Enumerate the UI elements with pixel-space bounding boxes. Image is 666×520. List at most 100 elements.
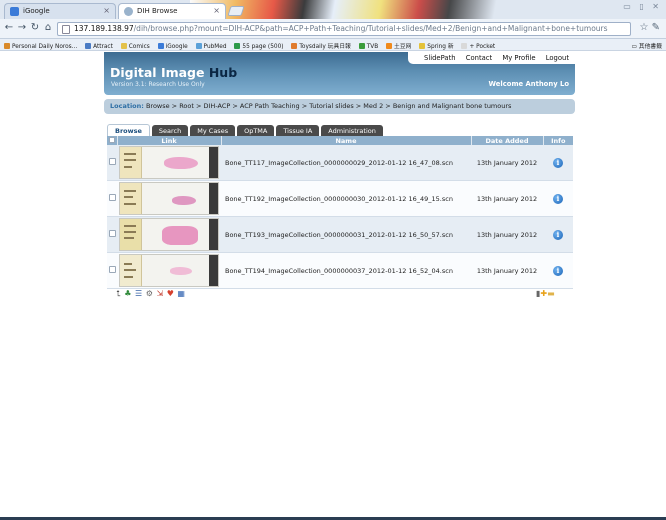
tissue-sample	[162, 226, 198, 245]
bookmark-item[interactable]: Spring 新	[419, 41, 454, 50]
wrench-icon[interactable]: ✎	[652, 22, 660, 33]
star-icon[interactable]: ☆	[639, 22, 648, 33]
info-icon[interactable]: i	[553, 229, 563, 240]
nav-contact-link[interactable]: Contact	[466, 54, 492, 62]
slide-label	[120, 183, 142, 214]
url-path: /dih/browse.php?mount=DIH-ACP&path=ACP+P…	[133, 24, 608, 33]
nav-my-profile-link[interactable]: My Profile	[502, 54, 535, 62]
table-row: Bone_TT193_ImageCollection_0000000031_20…	[107, 216, 573, 253]
select-all-checkbox[interactable]	[108, 136, 115, 143]
slide-name[interactable]: Bone_TT117_ImageCollection_0000000029_20…	[221, 145, 471, 181]
info-cell: i	[543, 216, 573, 253]
other-bookmarks-folder[interactable]: ▭ 其他書籤	[631, 41, 662, 50]
brand-main: Digital Image	[110, 65, 209, 80]
top-nav: SlidePath Contact My Profile Logout	[408, 52, 575, 64]
folder-icon[interactable]: ▬	[547, 289, 555, 298]
tree-icon[interactable]: ♣	[124, 289, 131, 298]
brand-hub: Hub	[208, 65, 238, 80]
date-added: 13th January 2012	[471, 180, 543, 217]
slide-thumbnail-link[interactable]	[117, 216, 221, 253]
table-action-icons: ⮤ ♣ ☰ ⚙ ⇲ ♥ ▦	[116, 289, 186, 299]
browser-tab-label: iGoogle	[23, 7, 50, 15]
home-icon[interactable]: ⌂	[42, 22, 54, 33]
list-icon[interactable]: ☰	[135, 289, 142, 298]
toolbar-icons[interactable]: ☆ ✎	[639, 22, 660, 33]
info-icon[interactable]: i	[553, 193, 563, 204]
bookmark-favicon-icon	[157, 43, 164, 49]
breadcrumb-path[interactable]: Browse > Root > DIH-ACP > ACP Path Teach…	[146, 102, 511, 110]
row-checkbox[interactable]	[108, 158, 116, 165]
row-checkbox[interactable]	[108, 266, 116, 273]
table-row: Bone_TT194_ImageCollection_0000000037_20…	[107, 252, 573, 289]
slide-label	[120, 255, 142, 286]
page-content: SlidePath Contact My Profile Logout Digi…	[0, 52, 666, 520]
breadcrumb: Location: Browse > Root > DIH-ACP > ACP …	[104, 99, 575, 114]
bookmark-item[interactable]: Personal Daily Noros...	[4, 43, 77, 50]
slide-label	[120, 219, 142, 250]
slide-edge	[209, 255, 218, 286]
forward-arrow-icon[interactable]: →	[16, 22, 28, 33]
browser-toolbar: ← → ↻ ⌂ 137.189.138.97/dih/browse.php?mo…	[0, 19, 666, 39]
bookmark-icon[interactable]: ♥	[167, 289, 174, 298]
gear-icon[interactable]: ⚙	[146, 289, 153, 298]
bookmark-item[interactable]: Comics	[120, 43, 150, 50]
close-tab-icon[interactable]: ×	[103, 6, 110, 15]
row-checkbox-cell	[107, 216, 117, 253]
column-header-link: Link	[117, 136, 222, 145]
row-checkbox[interactable]	[108, 194, 116, 201]
reload-icon[interactable]: ↻	[29, 22, 41, 33]
bookmark-favicon-icon	[386, 43, 393, 49]
bookmark-item[interactable]: PubMed	[195, 43, 227, 50]
close-tab-icon[interactable]: ×	[213, 6, 220, 15]
slide-thumbnail[interactable]	[119, 182, 219, 215]
bookmark-item[interactable]: TVB	[358, 43, 378, 50]
slide-thumbnail[interactable]	[119, 146, 219, 179]
bookmark-item[interactable]: + Pocket	[461, 43, 495, 50]
nav-slidepath-link[interactable]: SlidePath	[424, 54, 456, 62]
url-host: 137.189.138.97	[74, 24, 134, 33]
bookmark-favicon-icon	[120, 43, 127, 49]
slide-thumbnail[interactable]	[119, 218, 219, 251]
tissue-sample	[170, 267, 192, 275]
site-logo[interactable]: Digital Image Hub	[110, 65, 237, 80]
export-icon[interactable]: ⇲	[156, 289, 163, 298]
browser-tab-igoogle[interactable]: iGoogle ×	[4, 3, 116, 19]
slide-name[interactable]: Bone_TT192_ImageCollection_0000000030_20…	[221, 180, 471, 217]
tab-browse[interactable]: Browse	[107, 124, 150, 136]
browser-tab-bar: iGoogle × DIH Browse × ▭ ▯ ✕	[0, 0, 666, 19]
bookmark-item[interactable]: 55 page (500)	[234, 43, 284, 50]
bookmark-item[interactable]: Toysdaily 玩具日報	[291, 41, 351, 50]
address-bar-input[interactable]: 137.189.138.97/dih/browse.php?mount=DIH-…	[57, 22, 631, 36]
slide-name[interactable]: Bone_TT194_ImageCollection_0000000037_20…	[221, 252, 471, 289]
date-added: 13th January 2012	[471, 252, 543, 289]
row-checkbox-cell	[107, 180, 117, 217]
bookmark-item[interactable]: iGoogle	[157, 43, 188, 50]
row-checkbox[interactable]	[108, 230, 116, 237]
bookmark-favicon-icon	[4, 43, 10, 49]
browser-tab-dih-browse[interactable]: DIH Browse ×	[118, 3, 226, 19]
page-icon	[62, 25, 70, 34]
table-header-row: Link Name Date Added Info	[107, 136, 573, 145]
version-text: Version 3.1: Research Use Only	[111, 81, 205, 88]
up-arrow-icon[interactable]: ⮤	[116, 289, 121, 299]
slide-thumbnail-link[interactable]	[117, 180, 221, 217]
calendar-icon[interactable]: ▦	[177, 289, 185, 298]
back-arrow-icon[interactable]: ←	[3, 22, 15, 33]
select-all-header[interactable]	[107, 136, 118, 145]
info-icon[interactable]: i	[553, 265, 563, 276]
window-controls[interactable]: ▭ ▯ ✕	[623, 2, 662, 11]
info-icon[interactable]: i	[553, 157, 563, 168]
bookmark-item[interactable]: Attract	[85, 43, 113, 50]
tissue-sample	[164, 157, 198, 169]
igoogle-favicon-icon	[10, 7, 19, 16]
slide-thumbnail-link[interactable]	[117, 252, 221, 289]
slide-name[interactable]: Bone_TT193_ImageCollection_0000000031_20…	[221, 216, 471, 253]
slide-thumbnail-link[interactable]	[117, 145, 221, 181]
site-header: SlidePath Contact My Profile Logout Digi…	[104, 52, 575, 95]
slide-thumbnail[interactable]	[119, 254, 219, 287]
nav-logout-link[interactable]: Logout	[546, 54, 569, 62]
info-cell: i	[543, 252, 573, 289]
column-header-date-added: Date Added	[471, 136, 544, 145]
date-added: 13th January 2012	[471, 145, 543, 181]
bookmark-item[interactable]: 土豆网	[386, 41, 411, 50]
